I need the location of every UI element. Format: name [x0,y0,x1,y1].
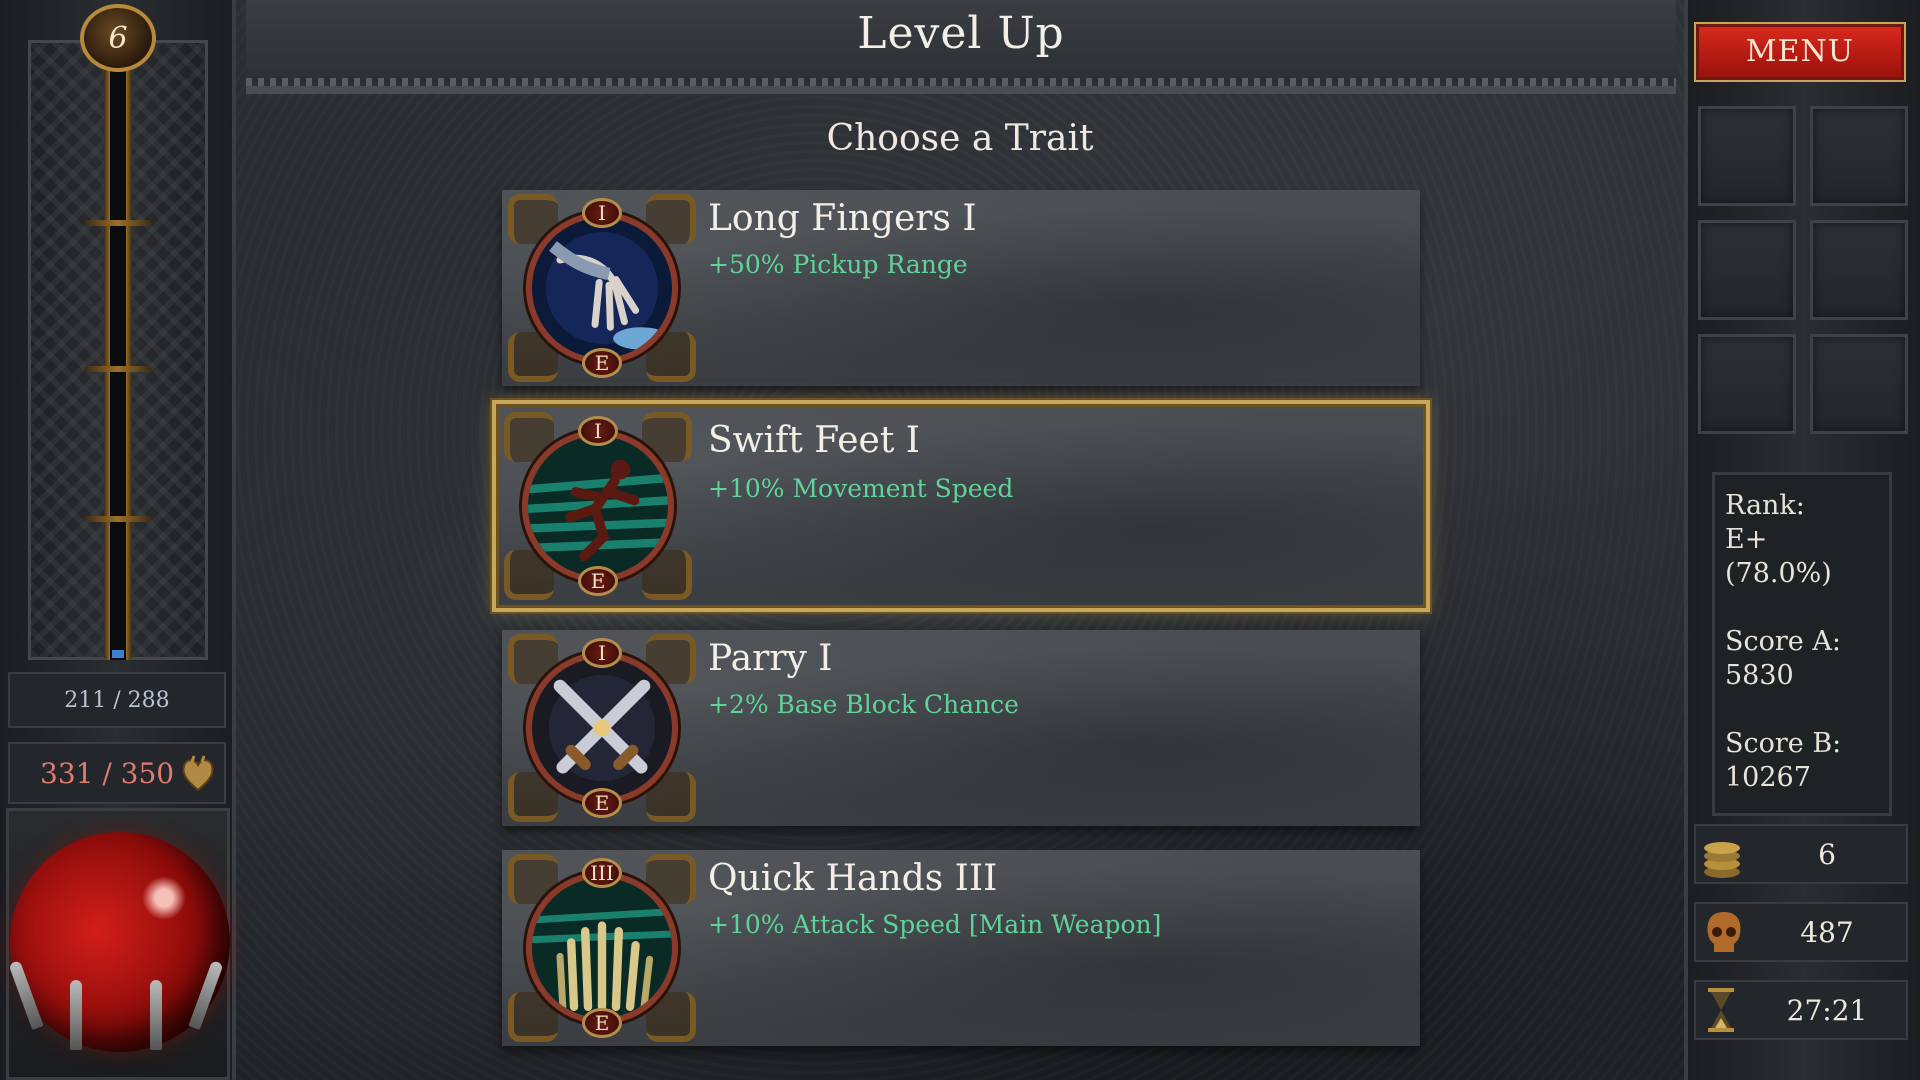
kill-counter: 487 [1694,902,1908,962]
trait-tier-badge: I [582,198,622,228]
score-b-stat: Score B: 10267 [1725,727,1879,795]
xp-bar-rung [84,366,152,372]
trait-icon-frame: I E [504,412,692,600]
inventory-slot[interactable] [1698,334,1796,434]
level-badge: 6 [80,4,156,72]
trait-rarity-badge: E [582,788,622,818]
rank-label: Rank: [1725,490,1805,521]
heart-icon [182,755,214,792]
xp-readout: 211 / 288 [8,672,226,728]
inventory-slot[interactable] [1810,220,1908,320]
xp-bar-fill [112,650,124,658]
inventory-slot[interactable] [1810,106,1908,206]
trait-rarity-badge: E [582,348,622,378]
score-a-value: 5830 [1725,660,1794,691]
kill-count: 487 [1800,915,1854,949]
rank-value: E+ (78.0%) [1725,524,1832,589]
grasping-hand-icon [526,212,678,364]
menu-button[interactable]: MENU [1696,24,1904,80]
trait-option-parry[interactable]: I E Parry I +2% Base Block Chance [502,630,1420,826]
xp-bar-rung [84,516,152,522]
xp-bar-track [110,70,126,660]
trait-icon-frame: I E [508,194,696,382]
trait-description: +2% Base Block Chance [708,690,1019,719]
trait-icon-frame: III E [508,854,696,1042]
trait-tier-badge: I [582,638,622,668]
health-value: 331 / 350 [40,756,175,790]
inventory-slot-grid [1692,100,1914,440]
orb-claw [70,980,82,1050]
trait-icon-frame: I E [508,634,696,822]
xp-bar-rung [84,220,152,226]
coin-stack-icon [1704,842,1740,878]
score-a-stat: Score A: 5830 [1725,625,1879,693]
score-stats-panel: Rank: E+ (78.0%) Score A: 5830 Score B: … [1712,472,1892,816]
trait-description: +10% Movement Speed [708,474,1014,503]
trait-rarity-badge: E [578,566,618,596]
coin-counter: 6 [1694,824,1908,884]
quick-hands-icon [526,872,678,1024]
choose-trait-heading: Choose a Trait [826,118,1094,159]
trait-option-long-fingers[interactable]: I E Long Fingers I +50% Pickup Range [502,190,1420,386]
running-figure-icon [522,430,674,582]
health-readout: 331 / 350 [8,742,226,804]
trait-description: +10% Attack Speed [Main Weapon] [708,910,1162,939]
skull-icon [1707,912,1741,952]
trait-description: +50% Pickup Range [708,250,968,279]
elapsed-time: 27:21 [1786,993,1868,1027]
rank-stat: Rank: E+ (78.0%) [1725,489,1879,591]
hourglass-icon [1708,988,1734,1032]
trait-option-swift-feet[interactable]: I E Swift Feet I +10% Movement Speed [492,400,1430,612]
inventory-slot[interactable] [1698,220,1796,320]
trait-name: Swift Feet I [708,420,920,461]
crossed-swords-icon [526,652,678,804]
trait-name: Long Fingers I [708,198,977,239]
trait-option-quick-hands[interactable]: III E Quick Hands III +10% Attack Speed … [502,850,1420,1046]
timer: 27:21 [1694,980,1908,1040]
score-b-label: Score B: [1725,728,1842,759]
score-a-label: Score A: [1725,626,1841,657]
header-bar: Level Up [246,0,1676,94]
trait-tier-badge: I [578,416,618,446]
left-hud-panel: 6 211 / 288 331 / 350 [0,0,236,1080]
trait-name: Quick Hands III [708,858,998,899]
score-b-value: 10267 [1725,762,1811,793]
trait-name: Parry I [708,638,833,679]
inventory-slot[interactable] [1698,106,1796,206]
trait-tier-badge: III [582,858,622,888]
trait-rarity-badge: E [582,1008,622,1038]
page-title: Level Up [857,8,1065,59]
orb-claw [150,980,162,1050]
coin-count: 6 [1818,837,1836,871]
inventory-slot[interactable] [1810,334,1908,434]
